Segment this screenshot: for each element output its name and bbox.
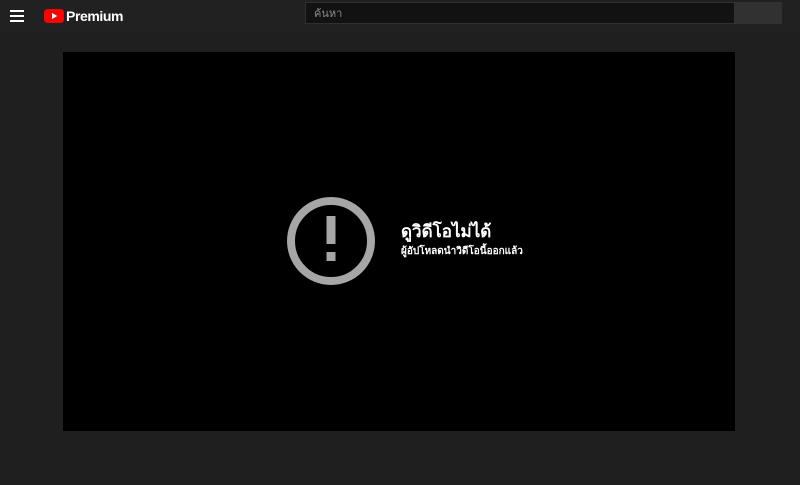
youtube-premium-logo[interactable]: Premium [44, 6, 124, 26]
hamburger-menu-icon[interactable] [10, 9, 26, 23]
logo-text: Premium [66, 8, 124, 24]
top-bar: Premium [0, 0, 800, 33]
search-input[interactable] [305, 2, 735, 24]
search-button[interactable] [734, 2, 782, 24]
error-title: ดูวิดีโอไม่ได้ [401, 222, 492, 242]
error-message: ผู้อัปโหลดนำวิดีโอนี้ออกแล้ว [401, 246, 523, 257]
youtube-play-logo-icon [44, 9, 64, 23]
video-player[interactable]: ดูวิดีโอไม่ได้ ผู้อัปโหลดนำวิดีโอนี้ออกแ… [63, 52, 735, 431]
exclamation-circle-icon [287, 197, 375, 285]
